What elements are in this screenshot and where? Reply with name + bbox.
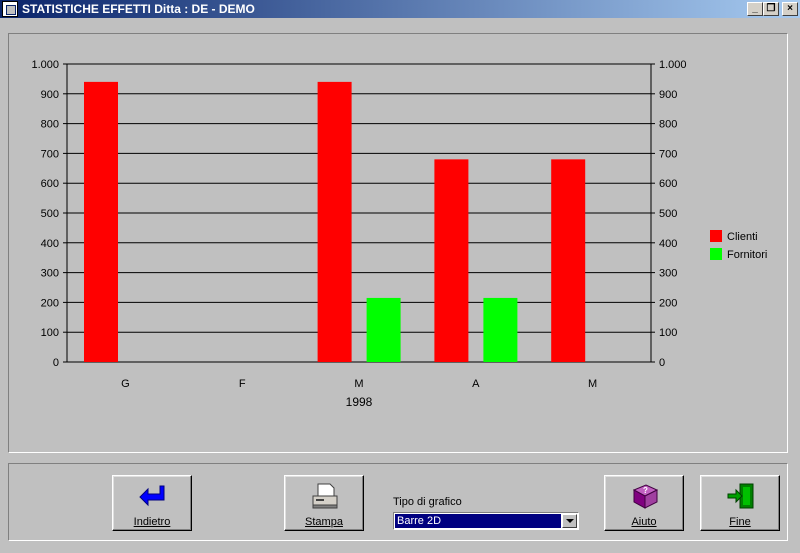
print-button[interactable]: Stampa bbox=[284, 475, 364, 531]
y-tick-label: 900 bbox=[41, 89, 59, 101]
y-tick-label: 500 bbox=[41, 208, 59, 220]
bar-clienti bbox=[317, 81, 352, 362]
back-arrow-icon bbox=[139, 485, 165, 507]
help-book-icon: ? bbox=[632, 484, 659, 509]
y-tick-label: 600 bbox=[41, 178, 59, 190]
legend-swatch-clienti bbox=[710, 230, 722, 242]
legend-swatch-fornitori bbox=[710, 248, 722, 260]
y-tick-label-right: 300 bbox=[659, 268, 677, 280]
y-tick-label: 800 bbox=[41, 119, 59, 131]
y-tick-label-right: 100 bbox=[659, 327, 677, 339]
x-tick-label: A bbox=[472, 378, 480, 390]
help-button-label: Aiuto bbox=[631, 516, 657, 528]
y-tick-label: 400 bbox=[41, 238, 59, 250]
y-tick-label-right: 400 bbox=[659, 238, 677, 250]
help-button[interactable]: ? Aiuto bbox=[604, 475, 684, 531]
y-tick-label-right: 0 bbox=[659, 357, 665, 369]
y-tick-label: 100 bbox=[41, 327, 59, 339]
y-tick-label: 200 bbox=[41, 297, 59, 309]
bar-fornitori bbox=[483, 297, 518, 362]
exit-button[interactable]: Fine bbox=[700, 475, 780, 531]
y-tick-label-right: 900 bbox=[659, 89, 677, 101]
chevron-down-icon[interactable] bbox=[562, 514, 577, 528]
bar-clienti bbox=[434, 159, 469, 362]
back-button[interactable]: Indietro bbox=[112, 475, 192, 531]
chart-type-label: Tipo di grafico bbox=[393, 496, 462, 508]
svg-text:?: ? bbox=[643, 486, 648, 495]
y-tick-label-right: 200 bbox=[659, 297, 677, 309]
bar-fornitori bbox=[366, 297, 401, 362]
y-tick-label: 0 bbox=[53, 357, 59, 369]
legend-label-fornitori: Fornitori bbox=[727, 249, 767, 261]
y-tick-label-right: 700 bbox=[659, 148, 677, 160]
printer-icon bbox=[312, 483, 338, 509]
x-tick-label: M bbox=[354, 378, 363, 390]
print-button-label: Stampa bbox=[305, 516, 343, 528]
exit-button-label: Fine bbox=[729, 516, 751, 528]
chart-panel: 0 0 100 100 200 200 300 300 400 400 500 500 600 600 70… bbox=[8, 33, 788, 453]
x-axis-label: 1998 bbox=[346, 395, 373, 409]
y-tick-label: 300 bbox=[41, 268, 59, 280]
bar-clienti bbox=[551, 159, 586, 362]
back-button-label: Indietro bbox=[133, 516, 171, 528]
y-tick-label: 700 bbox=[41, 148, 59, 160]
x-tick-label: F bbox=[239, 378, 246, 390]
chart-type-value: Barre 2D bbox=[395, 514, 561, 528]
y-tick-label: 1.000 bbox=[31, 59, 59, 71]
y-tick-label-right: 800 bbox=[659, 119, 677, 131]
x-tick-label: G bbox=[121, 378, 130, 390]
y-tick-label-right: 600 bbox=[659, 178, 677, 190]
exit-door-icon bbox=[727, 483, 754, 509]
legend-label-clienti: Clienti bbox=[727, 231, 758, 243]
x-tick-label: M bbox=[588, 378, 597, 390]
y-tick-label-right: 500 bbox=[659, 208, 677, 220]
chart-type-select[interactable]: Barre 2D bbox=[393, 512, 579, 530]
bar-clienti bbox=[84, 81, 118, 362]
y-tick-label-right: 1.000 bbox=[659, 59, 687, 71]
